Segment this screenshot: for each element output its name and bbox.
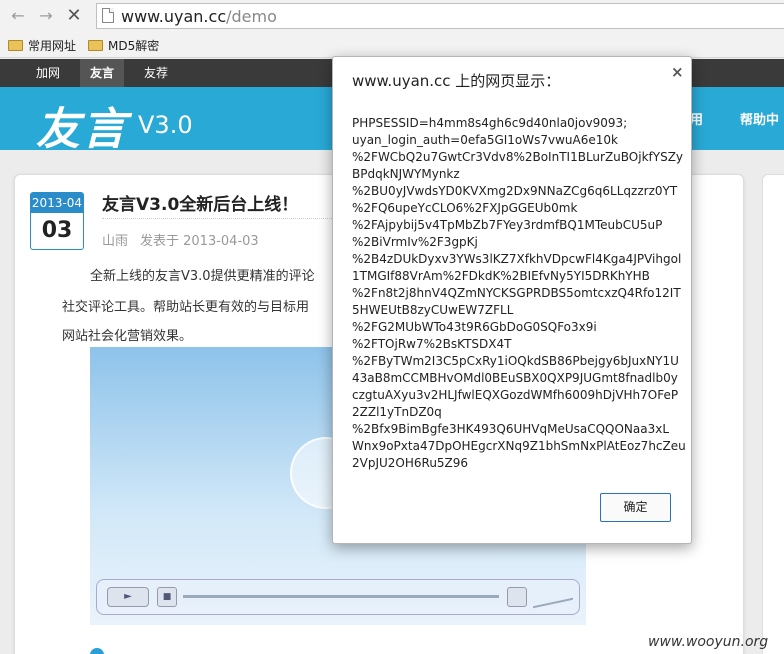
bookmark-md5-decrypt[interactable]: MD5解密: [88, 37, 159, 54]
post-author[interactable]: 山雨: [102, 230, 128, 249]
version-label: V3.0: [138, 111, 193, 139]
nav-youyan[interactable]: 友言: [80, 59, 124, 87]
post-paragraph: 社交评论工具。帮助站长更有效的与目标用: [62, 300, 310, 315]
watermark: www.wooyun.org: [648, 634, 769, 650]
folder-icon: [8, 40, 23, 51]
sidebar-card: [762, 174, 784, 654]
header-link-help[interactable]: 帮助中: [740, 109, 779, 128]
address-bar[interactable]: www.uyan.cc/demo: [96, 3, 784, 29]
nav-youjian[interactable]: 友荐: [136, 59, 176, 87]
seek-bar[interactable]: [183, 595, 499, 598]
back-arrow-icon[interactable]: ←: [8, 6, 28, 26]
post-paragraph: 网站社会化营销效果。: [62, 329, 193, 344]
post-paragraph: 全新上线的友言V3.0提供更精准的评论: [90, 269, 315, 284]
nav-jiawang[interactable]: 加网: [28, 59, 68, 87]
post-date: 发表于 2013-04-03: [140, 234, 259, 249]
close-icon[interactable]: ×: [671, 63, 684, 81]
browser-toolbar: ← → ✕ www.uyan.cc/demo: [0, 0, 784, 32]
url-text[interactable]: www.uyan.cc/demo: [121, 7, 277, 26]
page-icon: [102, 8, 114, 23]
date-day: 03: [41, 218, 73, 243]
stop-loading-icon[interactable]: ✕: [64, 6, 84, 26]
video-controls: ► ■: [96, 579, 580, 615]
volume-slider[interactable]: [533, 587, 573, 609]
post-title[interactable]: 友言V3.0全新后台上线！: [102, 190, 298, 215]
forward-arrow-icon[interactable]: →: [36, 6, 56, 26]
title-divider: [102, 218, 334, 219]
volume-icon[interactable]: [507, 587, 527, 607]
dialog-message: PHPSESSID=h4mm8s4gh6c9d40nla0jov9093; uy…: [352, 116, 686, 470]
bookmark-common-sites[interactable]: 常用网址: [8, 37, 76, 54]
bookmarks-bar: 常用网址 MD5解密: [0, 32, 784, 58]
ok-button[interactable]: 确定: [600, 493, 671, 522]
play-button[interactable]: ►: [107, 587, 149, 607]
folder-icon: [88, 40, 103, 51]
alert-dialog: www.uyan.cc 上的网页显示： × PHPSESSID=h4mm8s4g…: [332, 56, 692, 544]
date-month: 2013-04: [31, 193, 83, 213]
date-badge: 2013-04 03: [30, 192, 84, 250]
site-logo[interactable]: 友言: [36, 93, 128, 157]
dialog-title: www.uyan.cc 上的网页显示：: [352, 72, 561, 90]
stop-button[interactable]: ■: [157, 587, 177, 607]
